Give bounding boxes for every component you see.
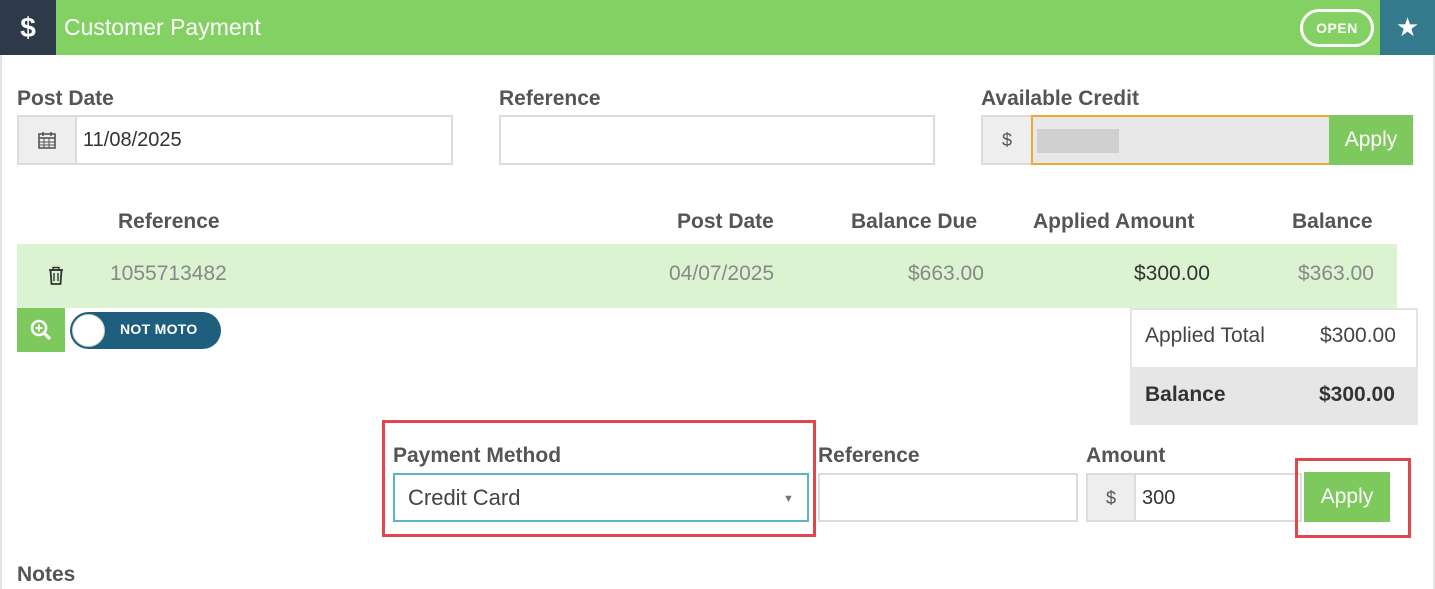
post-date-label: Post Date bbox=[17, 87, 114, 110]
currency-addon: $ bbox=[981, 115, 1033, 165]
toggle-knob bbox=[72, 314, 105, 347]
col-header-reference: Reference bbox=[118, 210, 220, 233]
row-reference[interactable]: 1055713482 bbox=[110, 262, 227, 286]
zoom-in-icon[interactable] bbox=[17, 308, 65, 352]
available-credit-label: Available Credit bbox=[981, 87, 1139, 110]
payment-reference-label: Reference bbox=[818, 444, 920, 467]
col-header-applied-amount: Applied Amount bbox=[1033, 210, 1195, 233]
amount-input[interactable]: 300 bbox=[1134, 473, 1302, 522]
row-balance: $363.00 bbox=[1298, 262, 1374, 285]
col-header-balance-due: Balance Due bbox=[851, 210, 978, 233]
apply-payment-button[interactable]: Apply bbox=[1304, 472, 1390, 522]
applied-total-label: Applied Total bbox=[1145, 324, 1265, 347]
calendar-icon[interactable] bbox=[17, 115, 77, 165]
col-header-post-date: Post Date bbox=[677, 210, 774, 233]
page-title: Customer Payment bbox=[64, 14, 261, 40]
col-header-balance: Balance bbox=[1292, 210, 1373, 233]
apply-credit-button[interactable]: Apply bbox=[1329, 115, 1413, 165]
moto-toggle-label: NOT MOTO bbox=[120, 321, 198, 337]
post-date-value: 11/08/2025 bbox=[83, 129, 182, 151]
status-badge: OPEN bbox=[1300, 9, 1374, 47]
available-credit-input[interactable] bbox=[1031, 115, 1331, 165]
amount-label: Amount bbox=[1086, 444, 1166, 467]
applied-total-value: $300.00 bbox=[1320, 324, 1396, 347]
notes-label: Notes bbox=[17, 563, 76, 586]
chevron-down-icon: ▼ bbox=[783, 493, 794, 505]
payment-method-label: Payment Method bbox=[393, 444, 562, 467]
reference-label: Reference bbox=[499, 87, 601, 110]
dollar-icon: $ bbox=[0, 0, 56, 55]
star-icon[interactable]: ★ bbox=[1380, 0, 1435, 55]
row-post-date: 04/07/2025 bbox=[669, 262, 775, 285]
balance-value: $300.00 bbox=[1319, 383, 1395, 406]
available-credit-value bbox=[1037, 129, 1119, 153]
amount-currency-addon: $ bbox=[1086, 473, 1136, 522]
row-applied-amount[interactable]: $300.00 bbox=[1134, 262, 1210, 286]
payment-method-select[interactable]: Credit Card ▼ bbox=[393, 473, 809, 522]
payment-reference-input[interactable] bbox=[818, 473, 1078, 522]
balance-label: Balance bbox=[1145, 383, 1226, 406]
amount-value: 300 bbox=[1142, 487, 1176, 509]
left-border bbox=[0, 55, 2, 589]
reference-input[interactable] bbox=[499, 115, 935, 165]
payment-method-value: Credit Card bbox=[408, 485, 521, 510]
row-balance-due: $663.00 bbox=[908, 262, 984, 285]
post-date-input[interactable]: 11/08/2025 bbox=[75, 115, 453, 165]
trash-icon[interactable] bbox=[46, 266, 66, 286]
